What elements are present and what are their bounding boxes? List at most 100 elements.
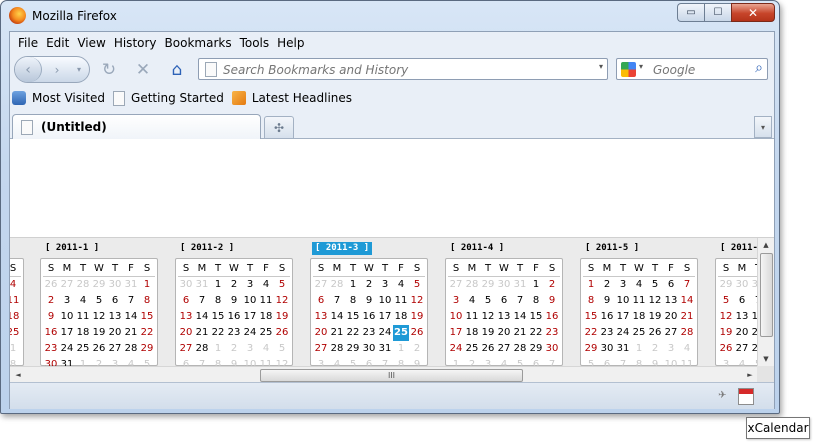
calendar-day[interactable]: 1 <box>345 277 361 293</box>
calendar-day[interactable]: 12 <box>409 293 425 309</box>
calendar-day[interactable]: 29 <box>480 277 496 293</box>
calendar-day[interactable]: 13 <box>734 309 750 325</box>
calendar-day[interactable]: 18 <box>393 309 409 325</box>
calendar-day[interactable]: 10 <box>377 293 393 309</box>
calendar-day[interactable]: 20 <box>734 325 750 341</box>
calendar-day[interactable]: 2 <box>226 341 242 357</box>
calendar-day[interactable]: 1 <box>210 341 226 357</box>
calendar-day[interactable]: 25 <box>393 325 409 341</box>
calendar-day[interactable]: 30 <box>496 277 512 293</box>
calendar-day[interactable]: 15 <box>528 309 544 325</box>
calendar-day[interactable]: 20 <box>663 309 679 325</box>
stop-button[interactable]: ✕ <box>134 60 152 80</box>
calendar-day[interactable]: 28 <box>329 277 345 293</box>
calendar-day[interactable]: 17 <box>615 309 631 325</box>
engine-dropdown-icon[interactable]: ▾ <box>639 62 643 71</box>
month-title[interactable]: [ 2011-2 ] <box>177 242 237 255</box>
calendar-day[interactable]: 11 <box>258 357 274 366</box>
google-icon[interactable] <box>621 62 636 77</box>
calendar-day[interactable]: 14 <box>194 309 210 325</box>
calendar-day[interactable]: 13 <box>313 309 329 325</box>
calendar-day[interactable]: 2 <box>464 357 480 366</box>
calendar-day[interactable]: 4 <box>464 293 480 309</box>
calendar-day[interactable]: 14 <box>329 309 345 325</box>
calendar-day[interactable]: 7 <box>679 277 695 293</box>
calendar-day[interactable]: 1 <box>210 277 226 293</box>
calendar-day[interactable]: 16 <box>361 309 377 325</box>
calendar-day[interactable]: 26 <box>274 325 290 341</box>
calendar-day[interactable]: 5 <box>274 341 290 357</box>
calendar-day[interactable]: 24 <box>59 341 75 357</box>
calendar-day[interactable]: 27 <box>663 325 679 341</box>
calendar-day[interactable]: 8 <box>528 293 544 309</box>
calendar-day[interactable]: 18 <box>75 325 91 341</box>
calendar-day[interactable]: 18 <box>464 325 480 341</box>
calendar-day[interactable]: 2 <box>361 277 377 293</box>
calendar-day[interactable]: 1 <box>631 341 647 357</box>
calendar-day[interactable]: 6 <box>313 293 329 309</box>
calendar-day[interactable]: 23 <box>226 325 242 341</box>
calendar-day[interactable]: 11 <box>75 309 91 325</box>
calendar-day[interactable]: 5 <box>480 293 496 309</box>
calendar-day[interactable]: 6 <box>178 357 194 366</box>
calendar-day[interactable]: 20 <box>496 325 512 341</box>
calendar-day[interactable]: 6 <box>178 293 194 309</box>
calendar-day[interactable]: 3 <box>107 357 123 366</box>
calendar-day[interactable]: 3 <box>448 293 464 309</box>
calendar-day[interactable]: 10 <box>242 357 258 366</box>
calendar-day[interactable]: 25 <box>10 325 21 341</box>
calendar-day[interactable]: 5 <box>91 293 107 309</box>
calendar-day[interactable]: 17 <box>242 309 258 325</box>
calendar-day[interactable]: 15 <box>139 309 155 325</box>
page-content[interactable] <box>10 139 774 237</box>
scroll-left-button[interactable]: ◄ <box>10 367 26 382</box>
calendar-day[interactable]: 9 <box>361 293 377 309</box>
calendar-day[interactable]: 4 <box>631 277 647 293</box>
tab-untitled[interactable]: (Untitled) <box>12 114 261 139</box>
calendar-day[interactable]: 11 <box>679 357 695 366</box>
url-bar[interactable]: ▾ <box>198 58 608 80</box>
month-title[interactable]: [ 2011-4 ] <box>447 242 507 255</box>
calendar-day[interactable]: 30 <box>734 277 750 293</box>
calendar-day[interactable]: 3 <box>663 341 679 357</box>
vertical-scrollbar[interactable]: ▲ ▼ <box>757 238 774 366</box>
calendar-day[interactable]: 25 <box>464 341 480 357</box>
calendar-day[interactable]: 19 <box>647 309 663 325</box>
calendar-day[interactable]: 9 <box>226 293 242 309</box>
calendar-day[interactable]: 5 <box>647 277 663 293</box>
history-dropdown-button[interactable]: ▾ <box>72 62 86 76</box>
calendar-day[interactable]: 3 <box>377 277 393 293</box>
calendar-day[interactable]: 12 <box>274 357 290 366</box>
calendar-day[interactable]: 4 <box>123 357 139 366</box>
calendar-day[interactable]: 12 <box>480 309 496 325</box>
calendar-day[interactable]: 14 <box>679 293 695 309</box>
calendar-day[interactable]: 30 <box>544 341 560 357</box>
calendar-day[interactable]: 1 <box>393 341 409 357</box>
calendar-day[interactable]: 2 <box>43 293 59 309</box>
calendar-day[interactable]: 22 <box>583 325 599 341</box>
calendar-day[interactable]: 28 <box>329 341 345 357</box>
search-bar[interactable]: ▾ ⌕ <box>616 58 768 80</box>
calendar-day[interactable]: 31 <box>123 277 139 293</box>
calendar-day[interactable]: 26 <box>480 341 496 357</box>
calendar-day[interactable]: 9 <box>647 357 663 366</box>
calendar-day[interactable]: 8 <box>210 357 226 366</box>
calendar-day[interactable]: 8 <box>139 293 155 309</box>
vertical-scroll-thumb[interactable] <box>760 253 773 337</box>
calendar-day[interactable]: 28 <box>464 277 480 293</box>
month-title[interactable]: [ 2011-5 ] <box>582 242 642 255</box>
calendar-day[interactable]: 21 <box>329 325 345 341</box>
calendar-day[interactable]: 9 <box>226 357 242 366</box>
calendar-day[interactable]: 29 <box>139 341 155 357</box>
calendar-day[interactable]: 19 <box>91 325 107 341</box>
calendar-day[interactable]: 31 <box>615 341 631 357</box>
calendar-day[interactable]: 12 <box>274 293 290 309</box>
calendar-day[interactable]: 25 <box>258 325 274 341</box>
calendar-day[interactable]: 28 <box>194 341 210 357</box>
calendar-day[interactable]: 7 <box>377 357 393 366</box>
calendar-day[interactable]: 29 <box>528 341 544 357</box>
calendar-day[interactable]: 27 <box>313 277 329 293</box>
calendar-day[interactable]: 5 <box>139 357 155 366</box>
calendar-day[interactable]: 4 <box>393 277 409 293</box>
calendar-day[interactable]: 18 <box>631 309 647 325</box>
